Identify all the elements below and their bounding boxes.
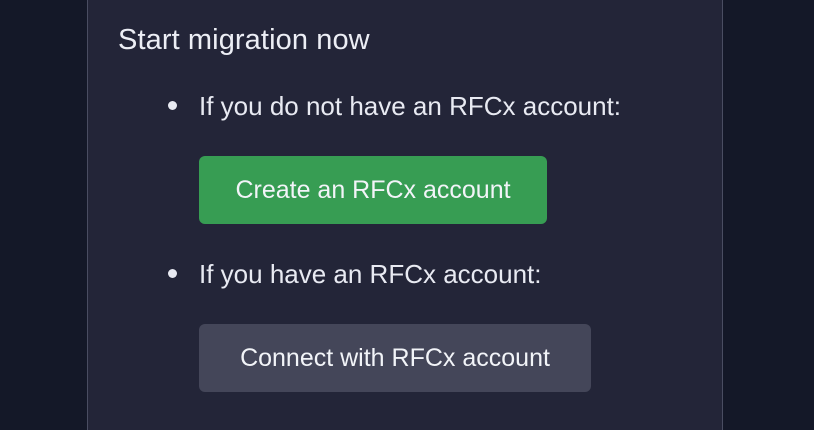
bullet-icon (168, 269, 177, 278)
migration-panel: Start migration now If you do not have a… (87, 0, 723, 430)
page-background: Start migration now If you do not have a… (0, 0, 814, 430)
option-no-account-text: If you do not have an RFCx account: (199, 91, 622, 121)
create-account-button[interactable]: Create an RFCx account (199, 156, 547, 224)
panel-title: Start migration now (118, 24, 370, 56)
option-has-account-text: If you have an RFCx account: (199, 259, 542, 289)
connect-account-button[interactable]: Connect with RFCx account (199, 324, 591, 392)
bullet-icon (168, 101, 177, 110)
